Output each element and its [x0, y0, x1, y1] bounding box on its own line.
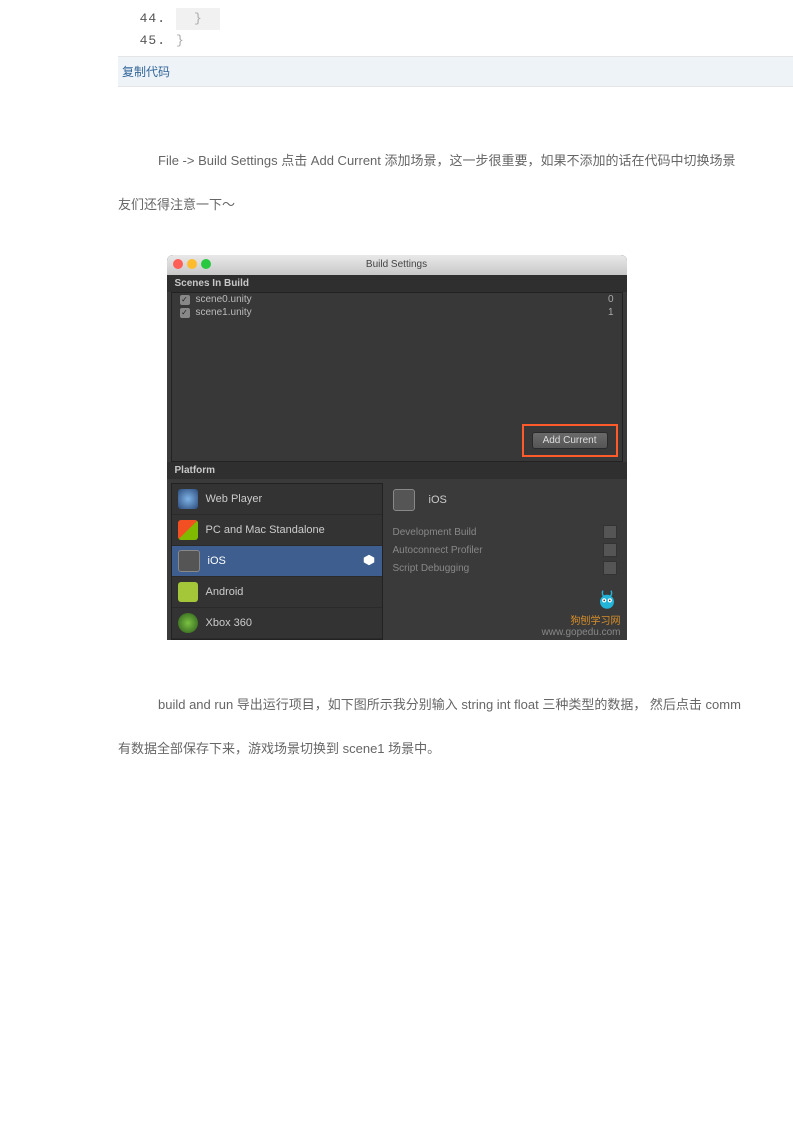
scene-index: 0: [608, 294, 614, 305]
robot-icon: [593, 585, 621, 613]
scenes-in-build-label: Scenes In Build: [167, 275, 627, 292]
scene-row[interactable]: ✓ scene1.unity 1: [172, 306, 622, 319]
platform-label-text: iOS: [208, 555, 226, 567]
platform-area: Web Player PC and Mac Standalone iOS: [167, 483, 627, 640]
checkbox[interactable]: [603, 525, 617, 539]
platform-options: iOS Development Build Autoconnect Profil…: [383, 483, 627, 640]
zoom-icon[interactable]: [201, 259, 211, 269]
checkbox-icon[interactable]: ✓: [180, 308, 190, 318]
platform-label-text: Web Player: [206, 493, 263, 505]
checkbox[interactable]: [603, 543, 617, 557]
platform-label-text: Android: [206, 586, 244, 598]
platform-web-player[interactable]: Web Player: [172, 484, 382, 515]
paragraph: build and run 导出运行项目，如下图所示我分别输入 string i…: [118, 683, 793, 727]
web-player-icon: [178, 489, 198, 509]
scene-name: scene0.unity: [196, 294, 252, 305]
paragraph-text: File -> Build Settings 点击 Add Current 添加…: [158, 153, 736, 168]
scene-index: 1: [608, 307, 614, 318]
code-block: 44. } 45. } 复制代码: [118, 0, 793, 87]
platform-ios[interactable]: iOS: [172, 546, 382, 577]
platform-xbox[interactable]: Xbox 360: [172, 608, 382, 639]
xbox-icon: [178, 613, 198, 633]
pc-mac-icon: [178, 520, 198, 540]
paragraph-text: 友们还得注意一下～: [118, 197, 235, 212]
scenes-list: ✓ scene0.unity 0 ✓ scene1.unity 1 Add Cu…: [171, 292, 623, 462]
platform-list: Web Player PC and Mac Standalone iOS: [171, 483, 383, 640]
paragraph: 有数据全部保存下来，游戏场景切换到 scene1 场景中。: [118, 727, 793, 771]
scene-row[interactable]: ✓ scene0.unity 0: [172, 293, 622, 306]
paragraph: File -> Build Settings 点击 Add Current 添加…: [118, 139, 793, 183]
add-current-button[interactable]: Add Current: [532, 432, 608, 449]
copy-bar: 复制代码: [118, 56, 793, 86]
traffic-lights: [173, 259, 211, 269]
platform-pc-mac[interactable]: PC and Mac Standalone: [172, 515, 382, 546]
line-number: 44.: [118, 8, 176, 30]
minimize-icon[interactable]: [187, 259, 197, 269]
option-dev-build: Development Build: [393, 525, 617, 539]
line-number: 45.: [118, 30, 176, 52]
option-label: Autoconnect Profiler: [393, 545, 483, 556]
add-current-highlight: Add Current: [522, 424, 618, 457]
code-line: 45. }: [118, 30, 793, 52]
document-page: 44. } 45. } 复制代码 File -> Build Settings …: [0, 0, 793, 771]
paragraph: 友们还得注意一下～: [118, 183, 793, 227]
checkbox[interactable]: [603, 561, 617, 575]
close-icon[interactable]: [173, 259, 183, 269]
window-titlebar: Build Settings: [167, 255, 627, 275]
screenshot-wrapper: Build Settings Scenes In Build ✓ scene0.…: [0, 255, 793, 643]
paragraph-text: build and run 导出运行项目，如下图所示我分别输入 string i…: [158, 697, 741, 712]
code-line: 44. }: [118, 8, 793, 30]
platform-label: Platform: [167, 462, 627, 479]
code-text: }: [176, 8, 220, 30]
scene-name: scene1.unity: [196, 307, 252, 318]
ios-header: iOS: [393, 489, 617, 511]
unity-icon: [362, 553, 376, 570]
option-label: Development Build: [393, 527, 477, 538]
code-text: }: [176, 30, 184, 52]
android-icon: [178, 582, 198, 602]
option-script-debug: Script Debugging: [393, 561, 617, 575]
platform-label-text: Xbox 360: [206, 617, 252, 629]
option-label: Script Debugging: [393, 563, 470, 574]
watermark: 狗刨学习网 www.gopedu.com: [542, 585, 621, 638]
build-settings-window: Build Settings Scenes In Build ✓ scene0.…: [167, 255, 627, 640]
ios-icon: [178, 550, 200, 572]
window-title: Build Settings: [366, 259, 427, 270]
code-lines: 44. } 45. }: [118, 0, 793, 56]
paragraph-text: 有数据全部保存下来，游戏场景切换到 scene1 场景中。: [118, 741, 440, 756]
platform-label-text: PC and Mac Standalone: [206, 524, 325, 536]
copy-code-link[interactable]: 复制代码: [122, 65, 170, 79]
watermark-line1: 狗刨学习网: [571, 616, 621, 627]
ios-icon: [393, 489, 415, 511]
ios-header-text: iOS: [429, 494, 447, 506]
watermark-line2: www.gopedu.com: [542, 627, 621, 638]
checkbox-icon[interactable]: ✓: [180, 295, 190, 305]
platform-android[interactable]: Android: [172, 577, 382, 608]
option-autoconnect: Autoconnect Profiler: [393, 543, 617, 557]
